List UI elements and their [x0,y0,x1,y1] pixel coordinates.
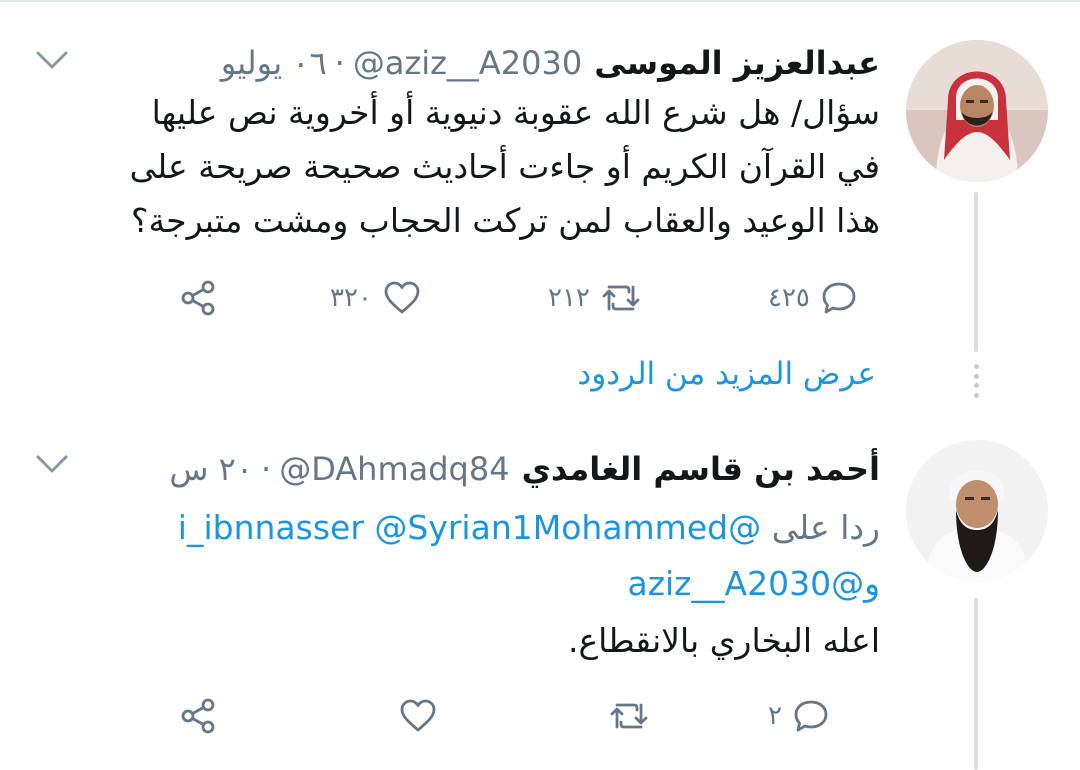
retweet-button[interactable]: ٢١٢ [548,278,642,318]
reply-button[interactable]: ٤٢٥ [768,278,858,318]
retweet-button[interactable] [608,696,650,736]
reply-icon [794,700,828,732]
thread-gap-dots [973,364,979,398]
tweet-thread: عبدالعزيز الموسى @aziz__A2030 · ٠٦ يوليو… [0,0,1080,770]
tweet-text-line: في القرآن الكريم أو جاءت أحاديث صحيحة صر… [129,147,880,186]
thread-line [974,598,978,770]
like-icon [384,281,420,314]
chevron-down-icon[interactable] [34,48,70,72]
like-icon [400,699,436,732]
tweet-text: اعله البخاري بالانقطاع. [567,621,880,660]
mention-conjunction: و [864,564,880,603]
timestamp[interactable]: ٢٠ س [169,450,253,488]
reply-icon [822,282,856,314]
share-icon [181,280,215,316]
retweet-icon [610,703,648,729]
display-name[interactable]: عبدالعزيز الموسى [594,44,880,82]
thread-line [974,192,978,352]
tweet-header: عبدالعزيز الموسى @aziz__A2030 · ٠٦ يوليو [221,40,880,86]
reply-count: ٤٢٥ [768,283,810,313]
user-handle[interactable]: @DAhmadq84 [279,450,509,488]
user-handle[interactable]: @aziz__A2030 [353,44,582,82]
top-divider [0,0,1080,2]
replying-to-label: ردا على [771,508,880,547]
show-more-replies-link[interactable]: عرض المزيد من الردود [577,356,876,392]
mention-link[interactable]: @aziz__A2030 [627,564,864,603]
separator: · [261,450,272,488]
reply-button[interactable]: ٢ [768,696,830,736]
share-button[interactable] [178,278,218,318]
like-count: ٣٢٠ [330,283,372,313]
retweet-icon [602,285,640,311]
avatar[interactable] [906,440,1048,582]
tweet-text-line: هذا الوعيد والعقاب لمن تركت الحجاب ومشت … [130,201,880,240]
share-button[interactable] [178,696,218,736]
reply-count: ٢ [768,701,782,731]
avatar[interactable] [906,40,1048,182]
tweet-header: أحمد بن قاسم الغامدي @DAhmadq84 · ٢٠ س [169,446,880,492]
retweet-count: ٢١٢ [548,283,590,313]
like-button[interactable] [398,696,438,736]
tweet-text-line: سؤال/ هل شرع الله عقوبة دنيوية أو أخروية… [151,93,880,132]
mention-link[interactable]: @Syrian1Mohammed [374,508,728,547]
share-icon [181,698,215,734]
replying-to: ردا على @i_ibnnasser @Syrian1Mohammed و@… [50,500,880,612]
tweet-text: سؤال/ هل شرع الله عقوبة دنيوية أو أخروية… [50,86,880,248]
separator: · [334,44,345,82]
timestamp[interactable]: ٠٦ يوليو [221,44,327,82]
chevron-down-icon[interactable] [34,452,70,476]
display-name[interactable]: أحمد بن قاسم الغامدي [522,450,880,488]
like-button[interactable]: ٣٢٠ [330,278,422,318]
